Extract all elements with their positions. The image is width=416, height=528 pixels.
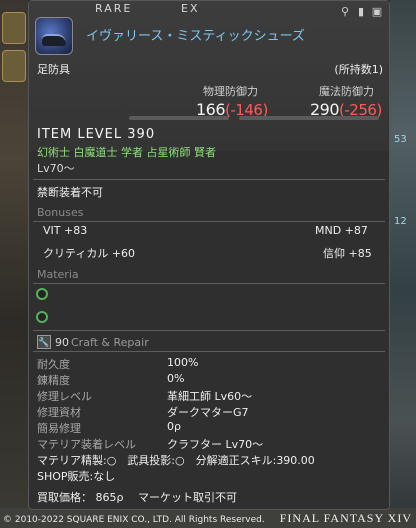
- bonus-crit: クリティカル +60: [43, 247, 136, 260]
- item-category: 足防具: [37, 63, 70, 76]
- durability-value: 100%: [167, 356, 199, 369]
- tooltip-icons: ⚲ ▮ ▣: [339, 5, 383, 19]
- game-background-right: 53 12: [390, 0, 416, 528]
- divider: [33, 330, 385, 331]
- item-icon: [35, 17, 73, 55]
- quick-repair-value: 0ρ: [167, 420, 181, 433]
- class-list: 幻術士 白魔道士 学者 占星術師 賢者: [37, 146, 216, 159]
- divider: [33, 221, 385, 222]
- materia-level-label: マテリア装着レベル: [37, 438, 136, 451]
- repair-level-value: 革細工師 Lv60～: [167, 390, 253, 403]
- hotbar-slot[interactable]: [2, 50, 26, 82]
- restriction-text: 禁断装着不可: [37, 186, 103, 199]
- craft-info-line: マテリア精製:○ 武具投影:○ 分解適正スキル:390.00: [37, 454, 315, 467]
- spiritbond-label: 錬精度: [37, 374, 70, 387]
- durability-label: 耐久度: [37, 358, 70, 371]
- hotbar-slot[interactable]: [2, 12, 26, 44]
- bonus-mnd: MND +87: [315, 224, 368, 237]
- copyright-text: © 2010-2022 SQUARE ENIX CO., LTD. All Ri…: [3, 515, 265, 525]
- phys-def-bar: [129, 116, 229, 120]
- divider: [33, 179, 385, 180]
- materia-title: Materia: [37, 268, 79, 281]
- storage-icon: ▣: [371, 5, 383, 18]
- sell-price-line: 買取価格： 865ρ マーケット取引不可: [37, 491, 237, 504]
- shoe-icon: [42, 34, 66, 46]
- item-tooltip: RARE EX ⚲ ▮ ▣ イヴァリース・ミスティックシューズ 足防具 (所持数…: [28, 0, 390, 510]
- background-text: 12: [394, 216, 407, 227]
- owned-count: (所持数1): [334, 63, 383, 76]
- game-background-left: [0, 0, 28, 528]
- phys-def-label: 物理防御力: [203, 85, 258, 98]
- bonus-piety: 信仰 +85: [323, 247, 372, 260]
- required-level: Lv70～: [37, 162, 75, 175]
- craft-title: Craft & Repair: [71, 336, 149, 349]
- footer-bar: © 2010-2022 SQUARE ENIX CO., LTD. All Ri…: [0, 508, 416, 528]
- materia-slot-1[interactable]: [36, 288, 48, 300]
- divider: [33, 351, 385, 352]
- pin-icon[interactable]: ⚲: [339, 5, 351, 19]
- bonus-vit: VIT +83: [43, 224, 88, 237]
- game-logo: FINAL FANTASY XIV: [279, 511, 412, 525]
- quick-repair-label: 簡易修理: [37, 422, 81, 435]
- spiritbond-value: 0%: [167, 372, 185, 385]
- repair-material-label: 修理資材: [37, 406, 81, 419]
- materia-level-value: クラフター Lv70～: [167, 438, 264, 451]
- ex-label: EX: [181, 2, 200, 15]
- divider: [33, 283, 385, 284]
- shop-sell-line: SHOP販売:なし: [37, 470, 116, 483]
- materia-slot-2[interactable]: [36, 311, 48, 323]
- repair-icon: 🔧: [37, 335, 51, 349]
- lock-icon: ▮: [357, 5, 365, 18]
- item-level: ITEM LEVEL 390: [37, 127, 156, 142]
- rarity-label: RARE: [95, 2, 133, 15]
- repair-material-value: ダークマターG7: [167, 406, 249, 419]
- background-text: 53: [394, 134, 407, 145]
- mag-def-bar: [239, 116, 379, 120]
- bonuses-title: Bonuses: [37, 206, 84, 219]
- mag-def-label: 魔法防御力: [319, 85, 374, 98]
- item-name: イヴァリース・ミスティックシューズ: [86, 29, 305, 44]
- repair-level-label: 修理レベル: [37, 390, 92, 403]
- craft-level: 90: [55, 336, 69, 349]
